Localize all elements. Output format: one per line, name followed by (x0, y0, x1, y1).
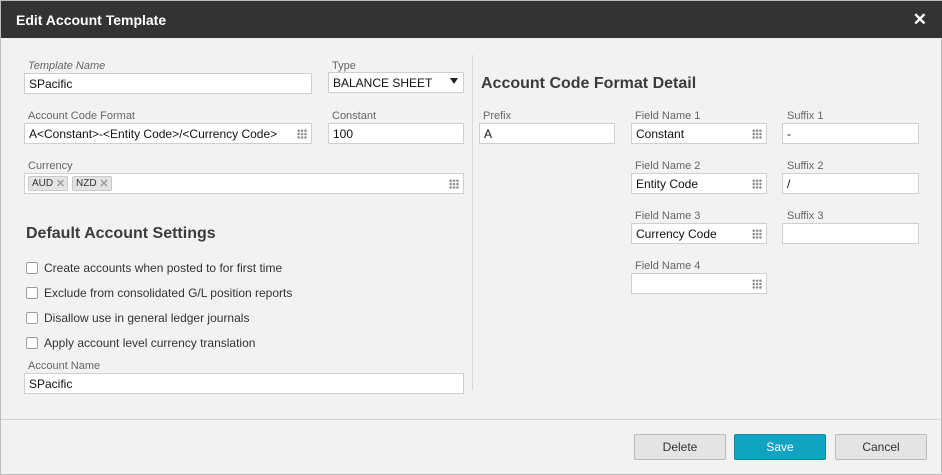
close-icon[interactable]: ✕ (913, 11, 927, 28)
template-name-label: Template Name (28, 60, 106, 72)
dropdown-arrow-icon (450, 78, 458, 84)
field-name-3-input[interactable]: Currency Code (631, 223, 767, 244)
checkbox[interactable] (26, 312, 38, 324)
suffix-2-label: Suffix 2 (787, 160, 824, 172)
checkbox-label: Create accounts when posted to for first… (44, 261, 283, 275)
checkbox[interactable] (26, 337, 38, 349)
field-name-1-label: Field Name 1 (635, 110, 701, 122)
currency-label: Currency (28, 160, 73, 172)
field-name-2-value: Entity Code (636, 177, 699, 191)
suffix-3-label: Suffix 3 (787, 210, 824, 222)
grid-picker-icon[interactable] (752, 229, 762, 239)
checkbox-label: Disallow use in general ledger journals (44, 311, 250, 325)
dialog-titlebar: Edit Account Template ✕ (1, 1, 942, 38)
grid-picker-icon[interactable] (752, 279, 762, 289)
type-select-value: BALANCE SHEET (333, 76, 433, 90)
prefix-label: Prefix (483, 110, 512, 122)
prefix-input[interactable]: A (479, 123, 615, 144)
edit-account-template-dialog: Edit Account Template ✕ Template Name SP… (0, 0, 942, 475)
suffix-1-label: Suffix 1 (787, 110, 824, 122)
template-name-input[interactable]: SPacific (24, 73, 312, 94)
checkbox[interactable] (26, 262, 38, 274)
grid-picker-icon[interactable] (449, 179, 459, 189)
account-name-label: Account Name (28, 360, 101, 372)
remove-chip-icon[interactable]: ✕ (99, 177, 108, 190)
checkbox-label: Exclude from consolidated G/L position r… (44, 286, 293, 300)
field-name-4-label: Field Name 4 (635, 260, 701, 272)
save-button[interactable]: Save (734, 434, 826, 460)
checkbox[interactable] (26, 287, 38, 299)
grid-picker-icon[interactable] (752, 179, 762, 189)
field-name-1-input[interactable]: Constant (631, 123, 767, 144)
currency-chip-nzd: NZD ✕ (72, 176, 112, 191)
account-code-format-value: A<Constant>-<Entity Code>/<Currency Code… (29, 127, 278, 141)
type-label: Type (332, 60, 356, 72)
account-name-input[interactable]: SPacific (24, 373, 464, 394)
footer-divider (1, 419, 942, 420)
grid-picker-icon[interactable] (297, 129, 307, 139)
suffix-3-input[interactable] (782, 223, 919, 244)
field-name-3-label: Field Name 3 (635, 210, 701, 222)
type-select[interactable]: BALANCE SHEET (328, 72, 464, 93)
cancel-button[interactable]: Cancel (835, 434, 927, 460)
currency-chip-label: AUD (32, 178, 54, 189)
suffix-1-input[interactable]: - (782, 123, 919, 144)
field-name-1-value: Constant (636, 127, 685, 141)
account-code-format-detail-heading: Account Code Format Detail (481, 75, 697, 92)
currency-chip-aud: AUD ✕ (28, 176, 69, 191)
account-code-format-input[interactable]: A<Constant>-<Entity Code>/<Currency Code… (24, 123, 312, 144)
constant-input[interactable]: 100 (328, 123, 464, 144)
grid-picker-icon[interactable] (752, 129, 762, 139)
constant-label: Constant (332, 110, 377, 122)
account-code-format-label: Account Code Format (28, 110, 135, 122)
remove-chip-icon[interactable]: ✕ (56, 177, 65, 190)
currency-chip-label: NZD (76, 178, 97, 189)
suffix-2-input[interactable]: / (782, 173, 919, 194)
field-name-3-value: Currency Code (636, 227, 717, 241)
field-name-2-input[interactable]: Entity Code (631, 173, 767, 194)
dialog-title: Edit Account Template (16, 12, 167, 28)
checkbox-label: Apply account level currency translation (44, 336, 256, 350)
field-name-4-input[interactable] (631, 273, 767, 294)
column-divider (472, 55, 473, 390)
currency-multiselect[interactable]: AUD ✕ NZD ✕ (24, 173, 464, 194)
field-name-2-label: Field Name 2 (635, 160, 701, 172)
delete-button[interactable]: Delete (634, 434, 726, 460)
default-account-settings-heading: Default Account Settings (26, 225, 216, 242)
